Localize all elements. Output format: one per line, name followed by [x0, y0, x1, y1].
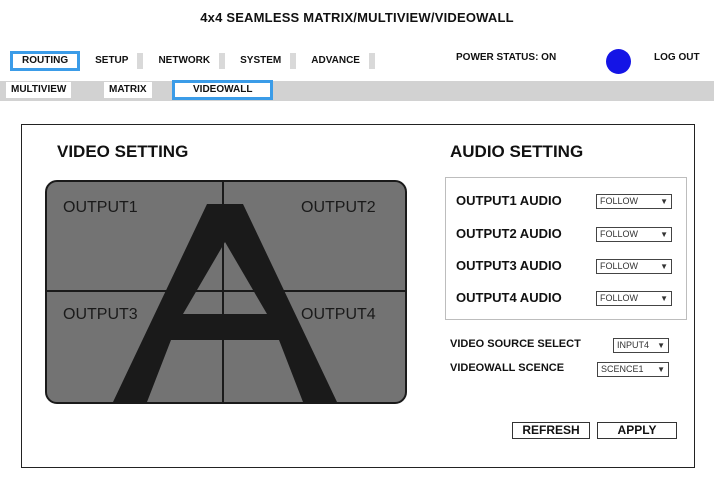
dropdown-arrow-icon: ▼: [660, 262, 668, 271]
tab-routing[interactable]: ROUTING: [10, 51, 81, 71]
output4-audio-label: OUTPUT4 AUDIO: [456, 290, 562, 305]
videowall-scene-value: SCENCE1: [601, 364, 644, 374]
dropdown-arrow-icon: ▼: [660, 294, 668, 303]
output2-label: OUTPUT2: [301, 199, 376, 216]
logout-link[interactable]: LOG OUT: [654, 52, 700, 63]
wall-divider-vertical: [222, 182, 224, 402]
wall-divider-horizontal: [47, 290, 405, 292]
refresh-button[interactable]: REFRESH: [512, 422, 590, 439]
apply-button[interactable]: APPLY: [597, 422, 677, 439]
output2-audio-label: OUTPUT2 AUDIO: [456, 226, 562, 241]
video-setting-heading: VIDEO SETTING: [57, 142, 189, 161]
power-status: POWER STATUS: ON: [456, 52, 557, 63]
output4-audio-value: FOLLOW: [600, 293, 639, 303]
dropdown-arrow-icon: ▼: [660, 197, 668, 206]
audio-setting-heading: AUDIO SETTING: [450, 142, 584, 161]
dropdown-arrow-icon: ▼: [657, 365, 665, 374]
page-title: 4x4 SEAMLESS MATRIX/MULTIVIEW/VIDEOWALL: [200, 10, 514, 25]
subtab-videowall[interactable]: VIDEOWALL: [172, 80, 274, 100]
tab-setup[interactable]: SETUP: [86, 53, 144, 69]
tab-network[interactable]: NETWORK: [149, 53, 226, 69]
output3-label: OUTPUT3: [63, 306, 138, 323]
tab-system[interactable]: SYSTEM: [231, 53, 297, 69]
output3-audio-value: FOLLOW: [600, 261, 639, 271]
tab-advance[interactable]: ADVANCE: [302, 53, 375, 69]
subtab-matrix[interactable]: MATRIX: [104, 82, 152, 98]
output1-audio-label: OUTPUT1 AUDIO: [456, 193, 562, 208]
dropdown-arrow-icon: ▼: [657, 341, 665, 350]
output2-audio-value: FOLLOW: [600, 229, 639, 239]
power-indicator-icon[interactable]: [606, 49, 631, 74]
videowall-layout[interactable]: OUTPUT1 OUTPUT2 OUTPUT3 OUTPUT4: [45, 180, 407, 404]
output4-audio-select[interactable]: FOLLOW ▼: [596, 291, 672, 306]
output1-audio-select[interactable]: FOLLOW ▼: [596, 194, 672, 209]
output3-audio-select[interactable]: FOLLOW ▼: [596, 259, 672, 274]
main-nav: ROUTING SETUP NETWORK SYSTEM ADVANCE: [10, 51, 381, 71]
output1-audio-value: FOLLOW: [600, 196, 639, 206]
subtab-multiview[interactable]: MULTIVIEW: [6, 82, 72, 98]
videowall-scene-label: VIDEOWALL SCENCE: [450, 362, 565, 374]
output2-audio-select[interactable]: FOLLOW ▼: [596, 227, 672, 242]
output3-audio-label: OUTPUT3 AUDIO: [456, 258, 562, 273]
video-source-value: INPUT4: [617, 340, 650, 350]
videowall-scene-select[interactable]: SCENCE1 ▼: [597, 362, 669, 377]
output1-label: OUTPUT1: [63, 199, 138, 216]
video-source-select-label: VIDEO SOURCE SELECT: [450, 338, 581, 350]
video-source-select[interactable]: INPUT4 ▼: [613, 338, 669, 353]
dropdown-arrow-icon: ▼: [660, 230, 668, 239]
output4-label: OUTPUT4: [301, 306, 376, 323]
